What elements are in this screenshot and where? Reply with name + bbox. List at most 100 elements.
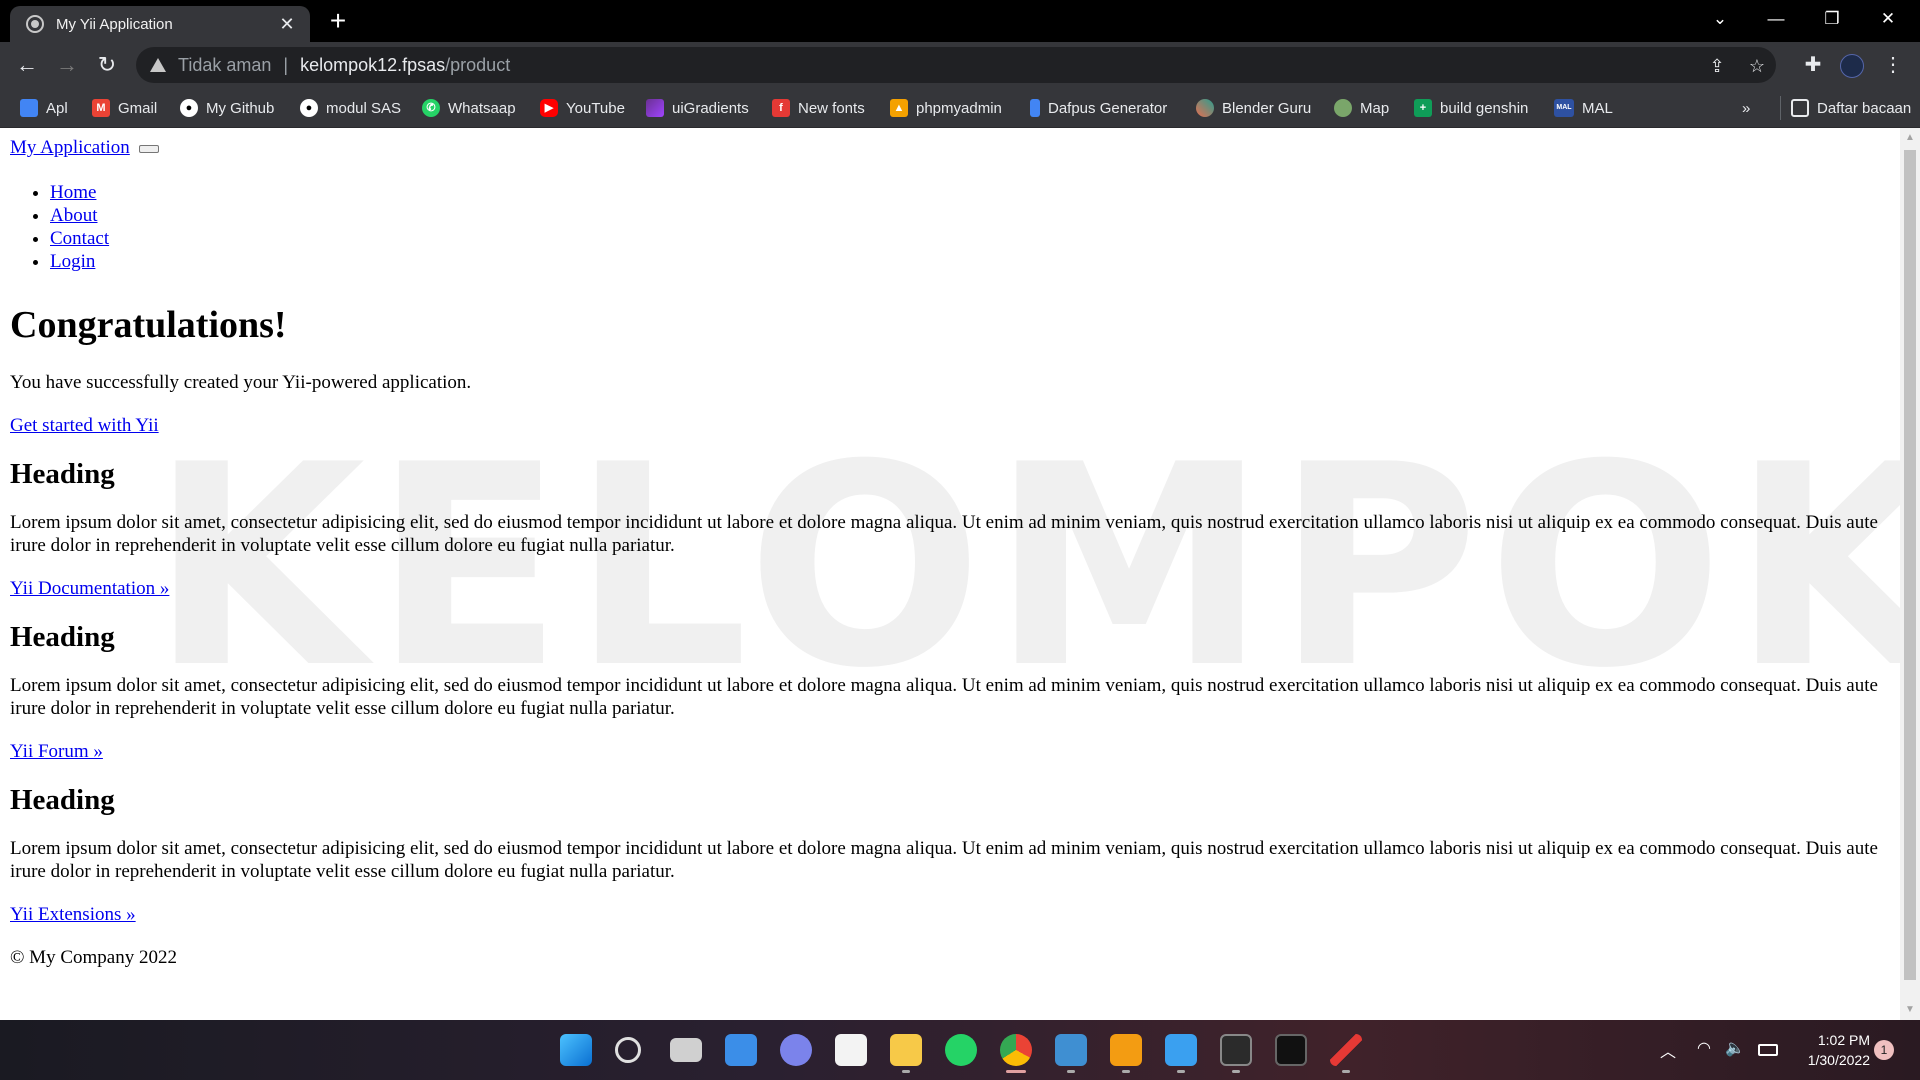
yii-documentation-link[interactable]: Yii Documentation » — [10, 578, 169, 599]
virtualbox-icon[interactable] — [1055, 1034, 1087, 1066]
restore-button[interactable]: ❐ — [1804, 0, 1860, 40]
volume-icon[interactable]: 🔈 — [1725, 1038, 1745, 1058]
page-viewport: KELOMPOK12 My Application Home About Con… — [0, 128, 1900, 1020]
system-clock[interactable]: 1:02 PM 1/30/2022 — [1790, 1030, 1870, 1070]
chevron-up-icon[interactable]: ︿ — [1660, 1038, 1676, 1062]
navbar-toggle-button[interactable] — [138, 144, 159, 153]
back-button[interactable]: ← — [12, 50, 42, 80]
nav-item-contact: Contact — [50, 227, 1890, 250]
widgets-icon[interactable] — [725, 1034, 757, 1066]
bookmark-modul-sas[interactable]: ● modul SAS — [300, 96, 401, 120]
active-indicator — [1006, 1070, 1026, 1073]
profile-avatar[interactable] — [1840, 54, 1864, 78]
search-icon[interactable] — [615, 1037, 641, 1063]
nav-link-contact[interactable]: Contact — [50, 228, 109, 249]
get-started-link[interactable]: Get started with Yii — [10, 415, 159, 436]
yii-forum-link[interactable]: Yii Forum » — [10, 741, 103, 762]
battery-icon[interactable] — [1758, 1044, 1778, 1056]
new-fonts-icon: f — [772, 99, 790, 117]
bookmark-mal[interactable]: MAL MAL — [1554, 96, 1613, 120]
bookmark-label: New fonts — [798, 99, 865, 117]
yii-extensions-link[interactable]: Yii Extensions » — [10, 904, 136, 925]
cmd-icon[interactable] — [1275, 1034, 1307, 1066]
section-link-row: Yii Documentation » — [10, 577, 1890, 600]
reading-list-label: Daftar bacaan — [1817, 99, 1912, 117]
clock-time: 1:02 PM — [1817, 1032, 1870, 1048]
reading-list-button[interactable]: Daftar bacaan — [1780, 96, 1911, 120]
scrollbar-thumb[interactable] — [1904, 150, 1916, 980]
navbar: My Application — [10, 136, 1890, 160]
kebab-menu-icon[interactable]: ⋮ — [1880, 52, 1906, 78]
section-link-row: Yii Forum » — [10, 740, 1890, 763]
bookmark-build-genshin[interactable]: + build genshin — [1414, 96, 1528, 120]
minimize-button[interactable]: — — [1748, 0, 1804, 40]
page-title: Congratulations! — [10, 304, 287, 346]
pen-tool-icon[interactable] — [1330, 1034, 1362, 1066]
bookmark-youtube[interactable]: ▶ YouTube — [540, 96, 625, 120]
running-indicator — [1067, 1070, 1075, 1073]
bookmark-new-fonts[interactable]: f New fonts — [772, 96, 865, 120]
bookmark-label: Blender Guru — [1222, 99, 1312, 117]
reload-button[interactable]: ↻ — [92, 50, 122, 80]
nav-link-home[interactable]: Home — [50, 182, 96, 203]
bookmark-my-github[interactable]: ● My Github — [180, 96, 274, 120]
bookmark-star-icon[interactable]: ☆ — [1746, 55, 1768, 77]
browser-tab[interactable]: My Yii Application ✕ — [10, 6, 310, 42]
bookmark-uigradients[interactable]: uiGradients — [646, 96, 749, 120]
nav-link-about[interactable]: About — [50, 205, 98, 226]
extensions-icon[interactable]: ✚ — [1800, 52, 1826, 78]
bookmark-dafpus-generator[interactable]: Dafpus Generator — [1030, 96, 1167, 120]
microsoft-store-icon[interactable] — [835, 1034, 867, 1066]
notification-badge[interactable]: 1 — [1874, 1040, 1894, 1060]
security-label[interactable]: Tidak aman — [178, 55, 271, 76]
chrome-icon[interactable] — [1000, 1034, 1032, 1066]
wifi-icon[interactable]: ◠ — [1697, 1038, 1711, 1058]
tab-search-icon[interactable]: ⌄ — [1692, 0, 1748, 40]
task-view-icon[interactable] — [670, 1038, 702, 1062]
bookmark-whatsapp[interactable]: ✆ Whatsaap — [422, 96, 516, 120]
section-heading: Heading — [10, 458, 115, 490]
section-heading: Heading — [10, 784, 115, 816]
bookmark-label: Apl — [46, 99, 68, 117]
close-tab-icon[interactable]: ✕ — [276, 14, 298, 35]
tab-title: My Yii Application — [56, 15, 173, 33]
share-icon[interactable]: ⇪ — [1706, 55, 1728, 77]
whatsapp-icon[interactable] — [945, 1034, 977, 1066]
nav-link-login[interactable]: Login — [50, 251, 95, 272]
running-indicator — [902, 1070, 910, 1073]
bookmark-label: Map — [1360, 99, 1390, 117]
apps-grid-icon — [20, 99, 38, 117]
close-window-button[interactable]: ✕ — [1860, 0, 1916, 40]
notepad-icon[interactable] — [1165, 1034, 1197, 1066]
sublime-icon[interactable] — [1110, 1034, 1142, 1066]
not-secure-warning-icon[interactable] — [150, 58, 166, 72]
forward-button[interactable]: → — [52, 50, 82, 80]
page-content: My Application Home About Contact Login … — [10, 136, 1890, 969]
bookmark-apps[interactable]: Apl — [20, 96, 68, 120]
nav-item-login: Login — [50, 250, 1890, 273]
scroll-down-icon[interactable]: ▼ — [1900, 1002, 1920, 1018]
windows-start-icon[interactable] — [560, 1034, 592, 1066]
section-link-row: Yii Extensions » — [10, 903, 1890, 926]
bookmark-label: modul SAS — [326, 99, 402, 117]
file-explorer-icon[interactable] — [890, 1034, 922, 1066]
running-indicator — [1177, 1070, 1185, 1073]
address-bar[interactable]: Tidak aman | kelompok12.fpsas/product ⇪ … — [136, 47, 1776, 83]
tab-strip: My Yii Application ✕ + ⌄ — ❐ ✕ — [0, 0, 1920, 42]
bookmark-gmail[interactable]: M Gmail — [92, 96, 157, 120]
teams-chat-icon[interactable] — [780, 1034, 812, 1066]
chevron-double-right-icon: » — [1742, 99, 1751, 117]
bookmark-map[interactable]: Map — [1334, 96, 1389, 120]
address-separator: | — [283, 54, 289, 75]
url-path[interactable]: /product — [445, 55, 510, 76]
bookmark-blender-guru[interactable]: Blender Guru — [1196, 96, 1311, 120]
bookmarks-overflow-button[interactable]: » — [1742, 96, 1750, 120]
scroll-up-icon[interactable]: ▲ — [1900, 130, 1920, 146]
terminal-icon[interactable] — [1220, 1034, 1252, 1066]
url-host[interactable]: kelompok12.fpsas — [300, 55, 445, 76]
map-icon — [1334, 99, 1352, 117]
brand-link[interactable]: My Application — [10, 137, 130, 158]
bookmark-phpmyadmin[interactable]: ▲ phpmyadmin — [890, 96, 1002, 120]
page-scrollbar[interactable]: ▲ ▼ — [1900, 128, 1920, 1020]
new-tab-button[interactable]: + — [322, 6, 354, 38]
